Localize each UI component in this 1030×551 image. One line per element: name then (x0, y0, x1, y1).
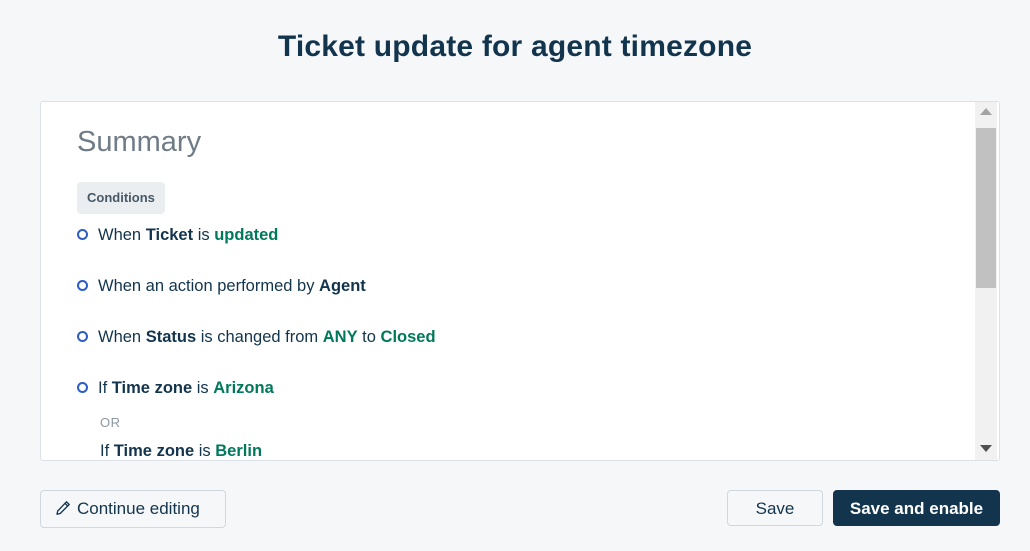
continue-editing-button[interactable]: Continue editing (40, 490, 226, 528)
condition-key: Time zone (111, 379, 193, 397)
circle-bullet-icon (77, 280, 88, 292)
condition-operator: is (198, 442, 211, 460)
condition-item: When Status is changed from ANY to Close… (77, 328, 436, 347)
condition-key: Time zone (113, 442, 195, 460)
condition-value: updated (214, 226, 279, 244)
condition-sub-item: If Time zone is Berlin (100, 442, 262, 460)
condition-prefix: When (98, 226, 142, 244)
circle-bullet-icon (77, 331, 88, 343)
condition-key: Agent (319, 277, 366, 295)
circle-bullet-icon (77, 382, 88, 394)
condition-value: Berlin (215, 442, 263, 460)
condition-value-to: Closed (380, 328, 436, 346)
condition-operator: is changed from (200, 328, 319, 346)
save-and-enable-button[interactable]: Save and enable (833, 490, 1000, 526)
summary-heading: Summary (77, 126, 202, 158)
pencil-icon (56, 500, 70, 515)
or-separator: OR (100, 415, 121, 430)
page-title: Ticket update for agent timezone (277, 30, 753, 63)
circle-bullet-icon (77, 229, 88, 241)
condition-value: ANY (322, 328, 358, 346)
condition-operator-to: to (362, 328, 376, 346)
condition-value: Arizona (213, 379, 274, 397)
scrollbar-thumb[interactable] (976, 128, 996, 288)
condition-item: If Time zone is Arizona (77, 379, 274, 398)
continue-editing-label: Continue editing (77, 499, 200, 518)
summary-content: Summary Conditions When Ticket is update… (41, 102, 971, 460)
condition-prefix: If (100, 442, 110, 460)
condition-prefix: When an action performed by (98, 277, 315, 295)
condition-key: Status (145, 328, 197, 346)
conditions-badge: Conditions (77, 182, 165, 214)
scroll-down-arrow-icon[interactable] (980, 445, 992, 452)
scroll-up-arrow-icon[interactable] (980, 108, 992, 115)
vertical-scrollbar[interactable] (971, 102, 999, 460)
save-button[interactable]: Save (727, 490, 823, 526)
condition-prefix: When (98, 328, 142, 346)
condition-item: When Ticket is updated (77, 226, 278, 245)
summary-panel: Summary Conditions When Ticket is update… (40, 101, 1000, 461)
condition-key: Ticket (145, 226, 194, 244)
condition-prefix: If (98, 379, 108, 397)
condition-item: When an action performed by Agent (77, 277, 366, 296)
condition-operator: is (197, 226, 210, 244)
condition-operator: is (196, 379, 209, 397)
